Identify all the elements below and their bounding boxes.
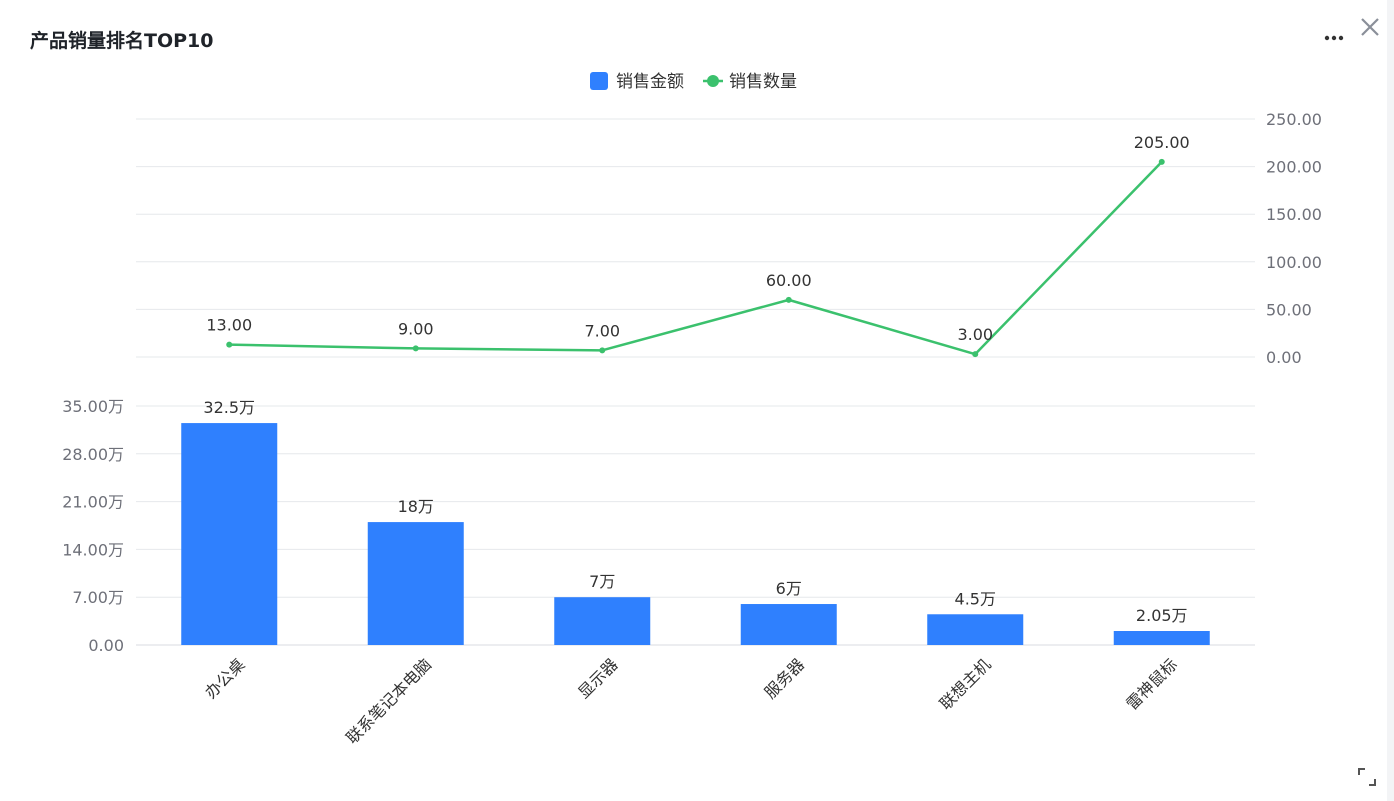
more-horizontal-icon [1324,35,1344,41]
x-axis-category-label: 联系笔记本电脑 [342,655,435,748]
right-axis-tick-label: 50.00 [1266,300,1312,319]
close-icon [1361,18,1379,36]
x-axis-category-label: 雷神鼠标 [1122,655,1181,714]
line-data-label: 205.00 [1134,133,1190,152]
bar-3 [740,604,837,645]
bar-data-label: 6万 [776,579,802,598]
bar-2 [554,597,651,645]
left-axis-tick-label: 35.00万 [62,397,124,416]
line-point-2 [599,347,606,354]
line-point-4 [972,351,979,358]
bar-4 [927,614,1024,645]
left-axis-tick-label: 0.00 [88,636,124,655]
left-axis-tick-label: 14.00万 [62,540,124,559]
bar-data-label: 2.05万 [1136,606,1188,625]
line-series-path [229,160,1163,356]
legend-label-bar: 销售金额 [616,72,684,92]
legend-marker-bar [590,72,608,90]
bar-data-label: 7万 [589,572,615,591]
chart-canvas: 0.00 7.00万 14.00万 21.00万 28.00万 35.00万 0.00 50.… [62,72,1322,748]
bar-data-label: 32.5万 [203,398,255,417]
line-data-label: 13.00 [206,316,252,335]
expand-icon [1358,768,1376,786]
line-data-label: 60.00 [766,271,812,290]
line-point-1 [412,345,419,352]
bar-data-label: 18万 [398,497,434,516]
line-point-5 [1158,158,1165,165]
right-axis-tick-label: 250.00 [1266,110,1322,129]
line-point-0 [226,341,233,348]
right-axis-tick-label: 100.00 [1266,253,1322,272]
expand-button[interactable] [1356,766,1378,788]
line-point-3 [785,296,792,303]
line-data-label: 3.00 [957,325,993,344]
x-axis-category-label: 联想主机 [936,655,995,714]
bar-data-label: 4.5万 [955,589,996,608]
x-axis-category-label: 办公桌 [201,655,248,702]
bar-5 [1113,631,1210,645]
x-axis-category-label: 显示器 [574,655,621,702]
left-axis-tick-label: 7.00万 [72,588,124,607]
legend-marker-line-dot [707,75,719,87]
left-axis-tick-label: 21.00万 [62,493,124,512]
legend-label-line: 销售数量 [729,72,797,92]
right-axis-tick-label: 200.00 [1266,158,1322,177]
line-data-label: 9.00 [398,319,434,338]
bar-1 [367,522,464,645]
more-options-button[interactable] [1322,24,1348,50]
line-data-label: 7.00 [584,321,620,340]
right-axis-tick-label: 0.00 [1266,348,1302,367]
left-axis-tick-label: 28.00万 [62,445,124,464]
close-button[interactable] [1357,14,1383,40]
x-axis-category-label: 服务器 [761,655,808,702]
scrollbar[interactable] [1387,0,1394,801]
chart-panel: 产品销量排名TOP10 0.00 7.00万 14.00万 21.00万 28.00万 3… [0,0,1394,801]
bar-0 [181,423,278,645]
right-axis-tick-label: 150.00 [1266,205,1322,224]
